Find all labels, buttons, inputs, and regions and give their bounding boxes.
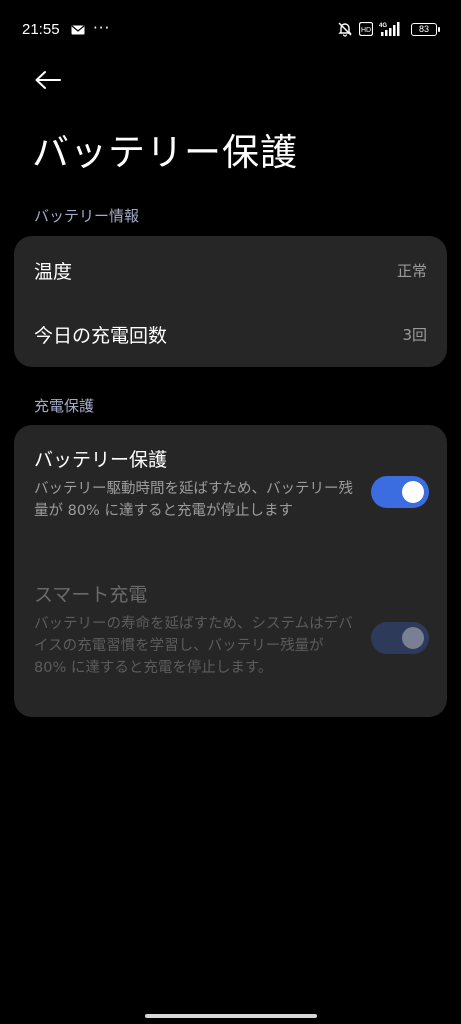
smart-charging-description: バッテリーの寿命を延ばすため、システムはデバイスの充電習慣を学習し、バッテリー残… xyxy=(34,616,353,676)
battery-protection-description: バッテリー駆動時間を延ばすため、バッテリー残量が 80% に達すると充電が停止し… xyxy=(34,481,353,519)
battery-protection-title: バッテリー保護 xyxy=(34,449,168,471)
volte-icon: HD xyxy=(359,22,373,36)
toggle-knob xyxy=(402,481,424,503)
temperature-value: 正常 xyxy=(396,261,427,280)
status-bar: 21:55 ··· HD 4G 83 xyxy=(0,0,461,60)
charge-protection-card: バッテリー保護 バッテリー駆動時間を延ばすため、バッテリー残量が 80% に達す… xyxy=(14,425,447,717)
svg-text:HD: HD xyxy=(361,27,371,34)
signal-icon: 4G xyxy=(379,22,400,36)
battery-protection-setting[interactable]: バッテリー保護 バッテリー駆動時間を延ばすため、バッテリー残量が 80% に達す… xyxy=(34,445,354,522)
section-header-charge-protection: 充電保護 xyxy=(34,397,95,415)
status-time: 21:55 xyxy=(22,21,60,38)
status-icons: HD 4G 83 xyxy=(337,21,440,37)
mail-icon xyxy=(71,25,85,35)
mute-bell-icon xyxy=(338,22,352,37)
charge-count-row[interactable]: 今日の充電回数 3回 xyxy=(34,320,427,348)
home-indicator[interactable] xyxy=(145,1014,317,1018)
charge-count-value: 3回 xyxy=(402,325,427,344)
battery-info-card: 温度 正常 今日の充電回数 3回 xyxy=(14,236,447,367)
back-arrow-icon xyxy=(35,71,61,89)
temperature-label: 温度 xyxy=(34,260,73,283)
smart-charging-title: スマート充電 xyxy=(34,584,148,606)
toggle-knob xyxy=(402,627,424,649)
back-button[interactable] xyxy=(28,62,68,98)
smart-charging-setting: スマート充電 バッテリーの寿命を延ばすため、システムはデバイスの充電習慣を学習し… xyxy=(34,580,354,679)
temperature-row[interactable]: 温度 正常 xyxy=(34,256,427,284)
smart-charging-toggle xyxy=(371,622,429,654)
page-title: バッテリー保護 xyxy=(32,131,298,174)
charge-count-label: 今日の充電回数 xyxy=(34,324,168,347)
svg-text:4G: 4G xyxy=(379,23,387,29)
more-dots-icon: ··· xyxy=(93,19,111,37)
battery-protection-toggle[interactable] xyxy=(371,476,429,508)
battery-icon: 83 xyxy=(411,22,440,36)
section-header-battery-info: バッテリー情報 xyxy=(34,207,140,225)
